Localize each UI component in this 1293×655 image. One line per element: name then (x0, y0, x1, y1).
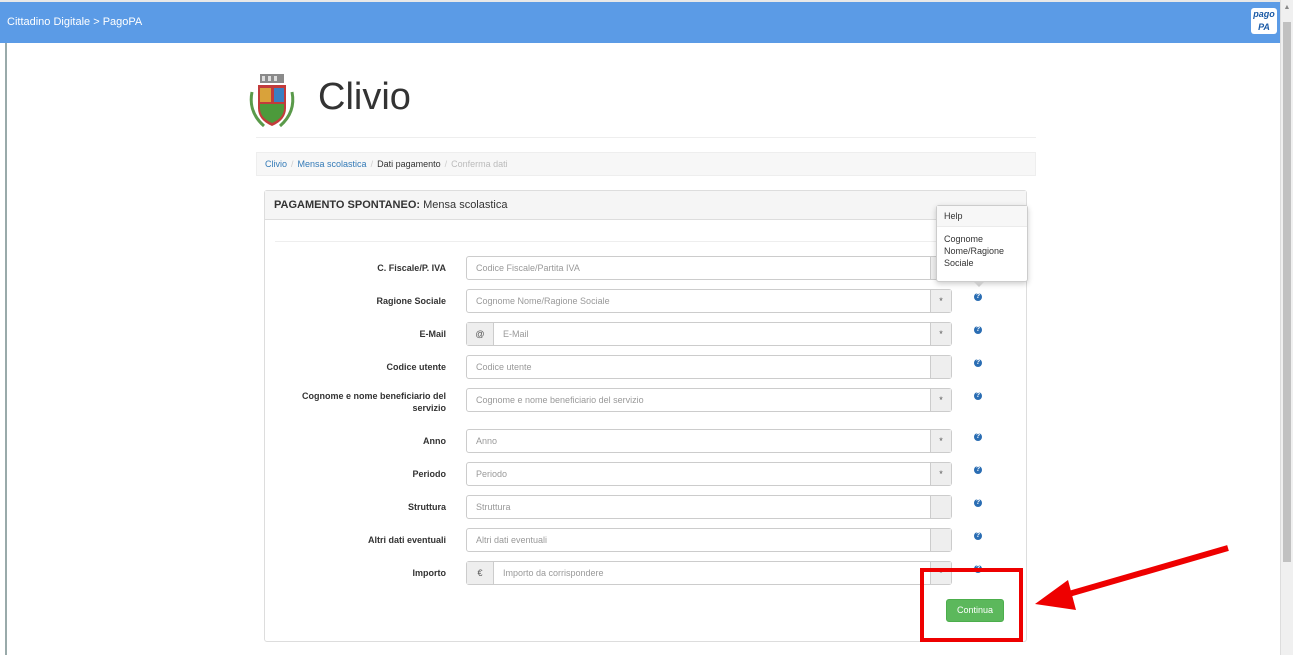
help-icon[interactable]: ? (974, 359, 982, 367)
help-icon[interactable]: ? (974, 499, 982, 507)
form-input[interactable]: Cognome e nome beneficiario del servizio… (466, 388, 952, 412)
input-placeholder: Importo da corrispondere (503, 568, 604, 578)
help-icon[interactable]: ? (974, 433, 982, 441)
form-input[interactable]: Cognome Nome/Ragione Sociale * (466, 289, 952, 313)
divider (256, 137, 1036, 138)
input-placeholder: Struttura (476, 502, 511, 512)
form-input[interactable]: @ E-Mail * (466, 322, 952, 346)
field-label: Anno (423, 436, 446, 446)
form-input[interactable]: Codice utente (466, 355, 952, 379)
form-input[interactable]: Periodo * (466, 462, 952, 486)
city-name: Clivio (318, 76, 411, 118)
required-addon: * (930, 430, 951, 452)
input-placeholder: Codice utente (476, 362, 532, 372)
help-icon[interactable]: ? (974, 392, 982, 400)
popover-title: Help (937, 206, 1027, 227)
required-addon: * (930, 323, 951, 345)
field-label: Periodo (412, 469, 446, 479)
form-input[interactable]: Altri dati eventuali (466, 528, 952, 552)
required-addon: * (930, 389, 951, 411)
input-placeholder: Codice Fiscale/Partita IVA (476, 263, 580, 273)
field-label: Struttura (408, 502, 446, 512)
help-icon[interactable]: ? (974, 466, 982, 474)
breadcrumb-next: Conferma dati (451, 159, 508, 169)
input-placeholder: Anno (476, 436, 498, 446)
field-label: Codice utente (386, 362, 446, 372)
form-input[interactable]: Anno * (466, 429, 952, 453)
input-placeholder: Cognome Nome/Ragione Sociale (476, 296, 610, 306)
input-placeholder: Cognome e nome beneficiario del servizio (476, 395, 644, 405)
scrollbar-thumb[interactable] (1283, 22, 1291, 562)
top-bar: Cittadino Digitale > PagoPA pago PA (0, 0, 1293, 43)
form-input[interactable]: Struttura (466, 495, 952, 519)
popover-body: Cognome Nome/Ragione Sociale (944, 234, 1005, 268)
field-label: C. Fiscale/P. IVA (377, 263, 446, 273)
input-placeholder: Periodo (476, 469, 508, 479)
pagopa-logo[interactable]: pago PA (1251, 8, 1277, 34)
help-popover: Help Cognome Nome/Ragione Sociale (936, 205, 1028, 287)
field-label: Importo (412, 568, 447, 578)
required-addon (930, 496, 951, 518)
required-addon: * (930, 290, 951, 312)
breadcrumb-current: Dati pagamento (377, 159, 441, 169)
form-input[interactable]: Codice Fiscale/Partita IVA (466, 256, 952, 280)
field-label: E-Mail (419, 329, 446, 339)
scroll-up-icon[interactable]: ▲ (1283, 4, 1291, 14)
form-input[interactable]: € Importo da corrispondere * (466, 561, 952, 585)
breadcrumb: Clivio / Mensa scolastica / Dati pagamento / C… (256, 152, 1036, 176)
breadcrumb-link-mensa[interactable]: Mensa scolastica (298, 159, 367, 169)
required-addon (930, 529, 951, 551)
panel-heading: PAGAMENTO SPONTANEO: Mensa scolastica (265, 191, 1026, 220)
payment-form-panel: PAGAMENTO SPONTANEO: Mensa scolastica C.… (264, 190, 1027, 642)
input-placeholder: Altri dati eventuali (476, 535, 548, 545)
help-icon[interactable]: ? (974, 532, 982, 540)
highlight-box (920, 568, 1023, 642)
input-addon-left: @ (467, 323, 494, 345)
city-crest-icon (249, 74, 295, 128)
arrow-pointer-icon (1035, 545, 1229, 610)
input-placeholder: E-Mail (503, 329, 529, 339)
left-border (5, 43, 7, 655)
help-icon[interactable]: ? (974, 293, 982, 301)
divider (275, 241, 1015, 242)
breadcrumb-link-clivio[interactable]: Clivio (265, 159, 287, 169)
field-label: Altri dati eventuali (367, 535, 446, 545)
scrollbar[interactable]: ▲ (1280, 0, 1293, 655)
input-addon-left: € (467, 562, 494, 584)
required-addon: * (930, 463, 951, 485)
app-title[interactable]: Cittadino Digitale > PagoPA (7, 16, 142, 28)
required-addon (930, 356, 951, 378)
help-icon[interactable]: ? (974, 326, 982, 334)
field-label: Ragione Sociale (376, 296, 446, 306)
field-label: Cognome e nome beneficiario del servizio (301, 391, 446, 413)
